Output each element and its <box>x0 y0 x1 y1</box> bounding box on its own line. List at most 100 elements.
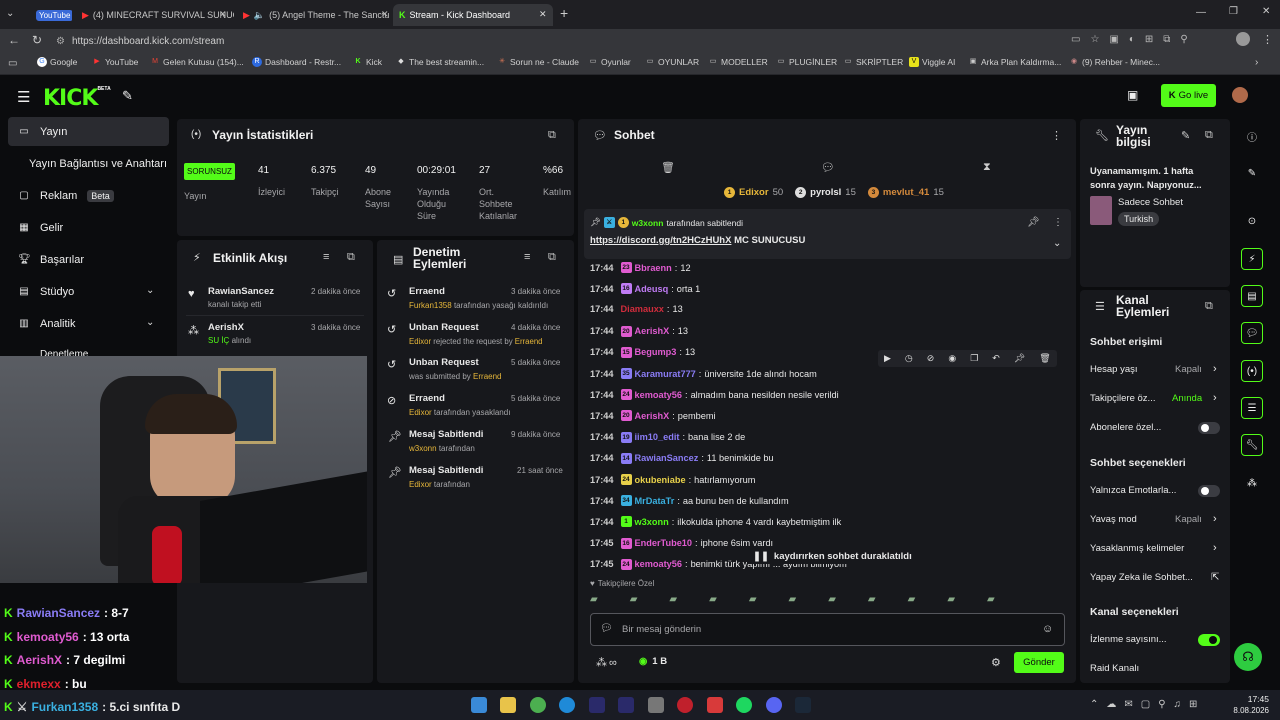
send-button[interactable]: Gönder <box>1014 652 1064 673</box>
chat-message[interactable]: 17:44 14 RawianSancez:11 benimkide bu <box>590 452 774 464</box>
obs-icon[interactable] <box>677 697 693 713</box>
reload-icon[interactable]: ↻ <box>32 33 42 47</box>
go-live-button[interactable]: K Go live <box>1161 84 1216 107</box>
new-tab-icon[interactable]: + <box>560 5 568 21</box>
bookmark-bg-remover[interactable]: ▣ Arka Plan Kaldırma... <box>968 57 1062 67</box>
chat-message[interactable]: 17:44 20 AerishX: pembemi <box>590 410 716 422</box>
sidebar-item-reklam[interactable]: ▢ Reklam Beta <box>18 190 114 202</box>
chevron-right-icon[interactable]: › <box>1213 513 1217 525</box>
tab-minecraft[interactable]: ▶(4) MINECRAFT SURVIVAL SUNUCUS <box>76 4 234 26</box>
browser-menu-icon[interactable]: ⋮ <box>1262 33 1273 46</box>
message-username[interactable]: w3xonn <box>635 517 669 527</box>
emote-strip[interactable]: ▰ ▰ ▰ ▰ ▰ ▰ ▰ ▰ ▰ ▰ ▰ <box>590 594 1065 608</box>
app-icon[interactable] <box>648 697 664 713</box>
sidebar-item-studyo[interactable]: ▤ Stüdyo <box>18 286 74 298</box>
chat-input[interactable]: 💬︎ Bir mesaj gönderin ☺ <box>590 613 1065 646</box>
emote-icon[interactable]: ▰ <box>868 594 876 608</box>
pin-icon[interactable]: ✎ <box>122 88 133 104</box>
tab-youtube[interactable]: YouTube <box>30 4 72 26</box>
chat-message[interactable]: 17:44 Diamauxx:13 <box>590 304 683 314</box>
pin-icon[interactable]: 📌︎ <box>1014 353 1025 364</box>
tab-close-icon[interactable]: ✕ <box>381 9 389 20</box>
channel-points[interactable]: ◉ 1 B <box>639 656 667 667</box>
chat-message[interactable]: 17:44 20 AerishX:13 <box>590 325 688 337</box>
sidebar-item-stream-key[interactable]: Yayın Bağlantısı ve Anahtarı <box>29 158 167 170</box>
message-username[interactable]: kemoaty56 <box>635 390 683 400</box>
points-infinity[interactable]: ⁂ ∞ <box>596 656 617 670</box>
tab-angel-theme[interactable]: ▶ 🔈 (5) Angel Theme - The Sanctu <box>237 4 389 26</box>
sidebar-item-analitik[interactable]: ▥ Analitik <box>18 318 75 330</box>
message-username[interactable]: Karamurat777 <box>635 369 696 379</box>
emote-icon[interactable]: ▰ <box>828 594 836 608</box>
message-username[interactable]: Begump3 <box>635 347 677 357</box>
start-icon[interactable] <box>471 697 487 713</box>
unpin-icon[interactable]: 📌︎ <box>1027 217 1040 228</box>
emote-icon[interactable]: ▰ <box>669 594 677 608</box>
points-icon[interactable]: ⁂ <box>1241 472 1263 494</box>
chevron-down-icon[interactable]: ⌄ <box>1053 238 1061 249</box>
chat-message[interactable]: 17:44 1 w3xonn: ilkokulda iphone 4 vardı ka… <box>590 516 841 528</box>
tab-close-icon[interactable]: ✕ <box>219 9 227 20</box>
tag-badge[interactable]: Turkish <box>1118 212 1160 226</box>
popout-icon[interactable]: ⧉ <box>347 251 355 264</box>
bookmark-folder-oyunlar-caps[interactable]: ▭ OYUNLAR <box>645 57 699 67</box>
popout-icon[interactable]: ⧉ <box>1205 300 1213 313</box>
spotify-icon[interactable] <box>736 697 752 713</box>
message-username[interactable]: EnderTube10 <box>635 538 693 548</box>
chat-paused-banner[interactable]: ❚❚ kaydırırken sohbet duraklatıldı <box>747 548 918 564</box>
maximize-icon[interactable]: ❐ <box>1229 6 1238 17</box>
gear-icon[interactable]: ⚙ <box>991 656 1001 669</box>
message-username[interactable]: Bbraenn <box>635 263 672 273</box>
premiere-icon[interactable] <box>589 697 605 713</box>
bookmark-kick[interactable]: K Kick <box>353 57 382 67</box>
chat-message[interactable]: 17:44 35 Karamurat777: üniversite 1de alınd… <box>590 368 817 379</box>
steam-icon[interactable] <box>795 697 811 713</box>
popout-icon[interactable]: ⧉ <box>548 129 556 142</box>
bookmark-folder-skriptler[interactable]: ▭ SKRİPTLER <box>843 57 904 67</box>
premiere-icon-2[interactable] <box>618 697 634 713</box>
user-avatar[interactable] <box>1232 87 1248 103</box>
bookmark-gmail[interactable]: M Gelen Kutusu (154)... <box>150 57 244 67</box>
window-close-icon[interactable]: ✕ <box>1262 6 1270 17</box>
list-icon[interactable]: ☰ <box>1241 397 1263 419</box>
bookmark-streaming[interactable]: ◆ The best streamin... <box>396 57 484 67</box>
trash-icon[interactable]: 🗑︎ <box>1039 353 1050 364</box>
ai-chat-label[interactable]: Yapay Zeka ile Sohbet... <box>1090 572 1193 583</box>
more-icon[interactable]: ⋮ <box>1051 129 1062 142</box>
target-icon[interactable]: ⊙ <box>1241 210 1263 232</box>
viewer-count-toggle[interactable] <box>1198 634 1220 646</box>
bookmark-google[interactable]: G Google <box>37 57 77 67</box>
chat-message[interactable]: 17:44 16 Adeusq: orta 1 <box>590 283 700 295</box>
theater-icon[interactable]: ▣ <box>1127 88 1138 102</box>
emote-icon[interactable]: ▰ <box>987 594 995 608</box>
kick-logo[interactable]: KICKBETA <box>43 86 111 111</box>
chevron-down-icon[interactable]: ⌄ <box>146 317 154 328</box>
mute-icon[interactable]: ⊘ <box>927 353 935 364</box>
popout-icon[interactable]: ⧉ <box>1205 129 1213 142</box>
edge-icon[interactable] <box>559 697 575 713</box>
discord-icon[interactable] <box>766 697 782 713</box>
chat-message[interactable]: 17:44 24 okubeniabe: hatırlamıyorum <box>590 474 755 485</box>
emote-icon[interactable]: ▰ <box>908 594 916 608</box>
play-icon[interactable]: ▶ <box>884 353 891 364</box>
pencil-icon[interactable]: ✎ <box>1241 162 1263 184</box>
bookmark-minecraft-guide[interactable]: ◉ (9) Rehber - Minec... <box>1069 57 1160 67</box>
sidebar-item-gelir[interactable]: ▦ Gelir <box>18 222 63 234</box>
sidebar-item-basarilar[interactable]: 🏆︎ Başarılar <box>18 254 84 266</box>
pinned-link[interactable]: https://discord.gg/tn2HCzHUhX <box>590 235 731 246</box>
chat-icon[interactable]: 💬︎ <box>1241 322 1263 344</box>
chat-message[interactable]: 17:44 23 Bbraenn:12 <box>590 262 691 273</box>
menu-icon[interactable]: ☰ <box>17 88 30 106</box>
bookmark-folder-pluginler[interactable]: ▭ PLUGİNLER <box>776 57 838 67</box>
message-username[interactable]: Diamauxx <box>621 304 664 314</box>
bookmark-claude[interactable]: ✳ Sorun ne - Claude <box>497 57 579 67</box>
wrench-icon[interactable]: 🔧︎ <box>1241 434 1263 456</box>
message-username[interactable]: iim10_edit <box>635 432 680 442</box>
emote-icon[interactable]: ▰ <box>749 594 757 608</box>
more-icon[interactable]: ⋮ <box>1053 217 1063 228</box>
tab-close-icon[interactable]: ✕ <box>539 9 547 20</box>
bookmark-folder-modeller[interactable]: ▭ MODELLER <box>708 57 768 67</box>
file-explorer-icon[interactable] <box>500 697 516 713</box>
bookmark-youtube[interactable]: ▶ YouTube <box>92 57 138 67</box>
raid-label[interactable]: Raid Kanalı <box>1090 663 1139 674</box>
